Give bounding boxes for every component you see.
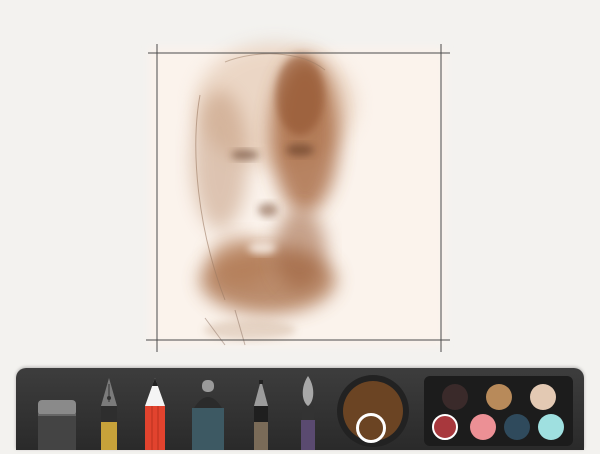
palette-swatch[interactable] <box>538 414 564 440</box>
color-palette <box>424 376 573 446</box>
eraser-icon <box>38 400 76 450</box>
marker-icon <box>192 380 224 450</box>
pencil-icon <box>145 378 165 450</box>
fineliner-icon <box>254 380 268 450</box>
fountain-pen-icon <box>101 378 117 450</box>
fountain-pen-tool[interactable] <box>96 376 122 450</box>
palette-swatch[interactable] <box>530 384 556 410</box>
palette-swatch[interactable] <box>470 414 496 440</box>
color-picker-button[interactable] <box>337 375 409 447</box>
fineliner-tool[interactable] <box>248 380 274 450</box>
drawing-canvas[interactable] <box>0 0 600 362</box>
watercolor-brush-tool[interactable] <box>296 376 320 450</box>
marker-tool[interactable] <box>188 380 228 450</box>
color-ring-indicator <box>356 413 386 443</box>
canvas-svg <box>146 43 450 352</box>
brush-icon <box>301 376 315 450</box>
palette-swatch[interactable] <box>486 384 512 410</box>
pencil-tool[interactable] <box>141 378 169 450</box>
palette-swatch[interactable] <box>432 414 458 440</box>
palette-swatch[interactable] <box>442 384 468 410</box>
palette-swatch[interactable] <box>504 414 530 440</box>
eraser-tool[interactable] <box>36 400 78 450</box>
